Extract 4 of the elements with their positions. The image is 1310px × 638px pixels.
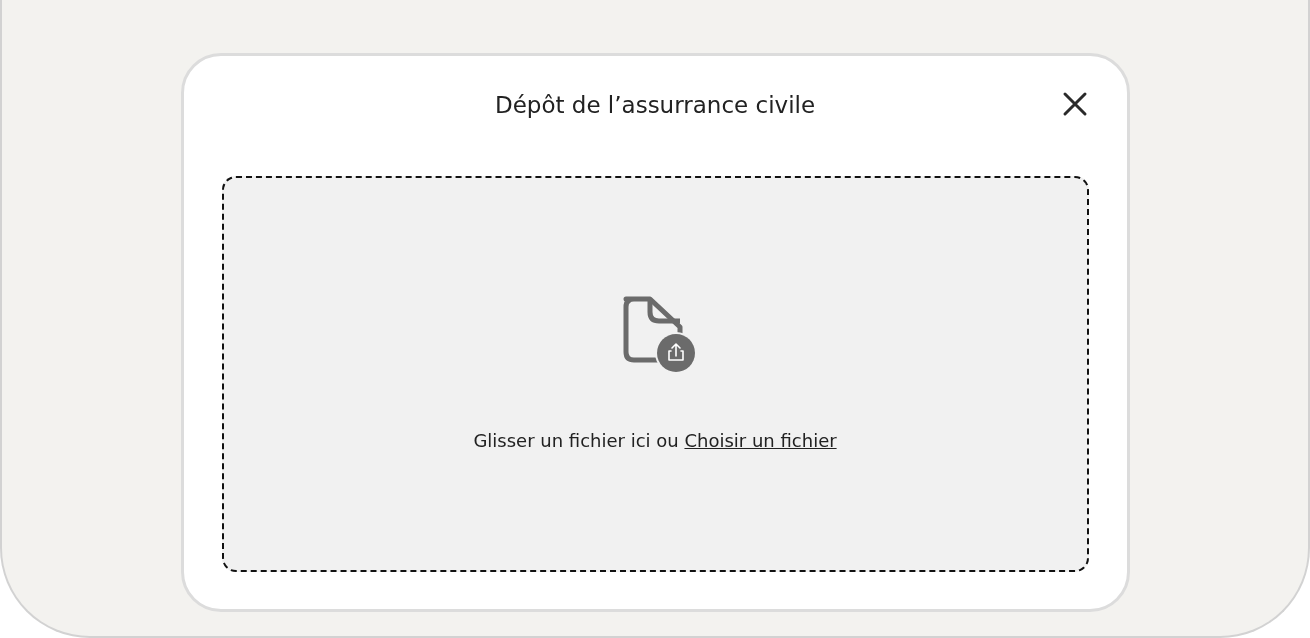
choose-file-link[interactable]: Choisir un fichier <box>684 430 837 451</box>
dialog-title: Dépôt de l’assurrance civile <box>494 92 816 118</box>
file-dropzone[interactable]: Glisser un fichier ici ou Choisir un fichier <box>221 176 1089 572</box>
dropzone-prompt: Glisser un fichier ici ou Choisir un fichier <box>473 430 837 451</box>
